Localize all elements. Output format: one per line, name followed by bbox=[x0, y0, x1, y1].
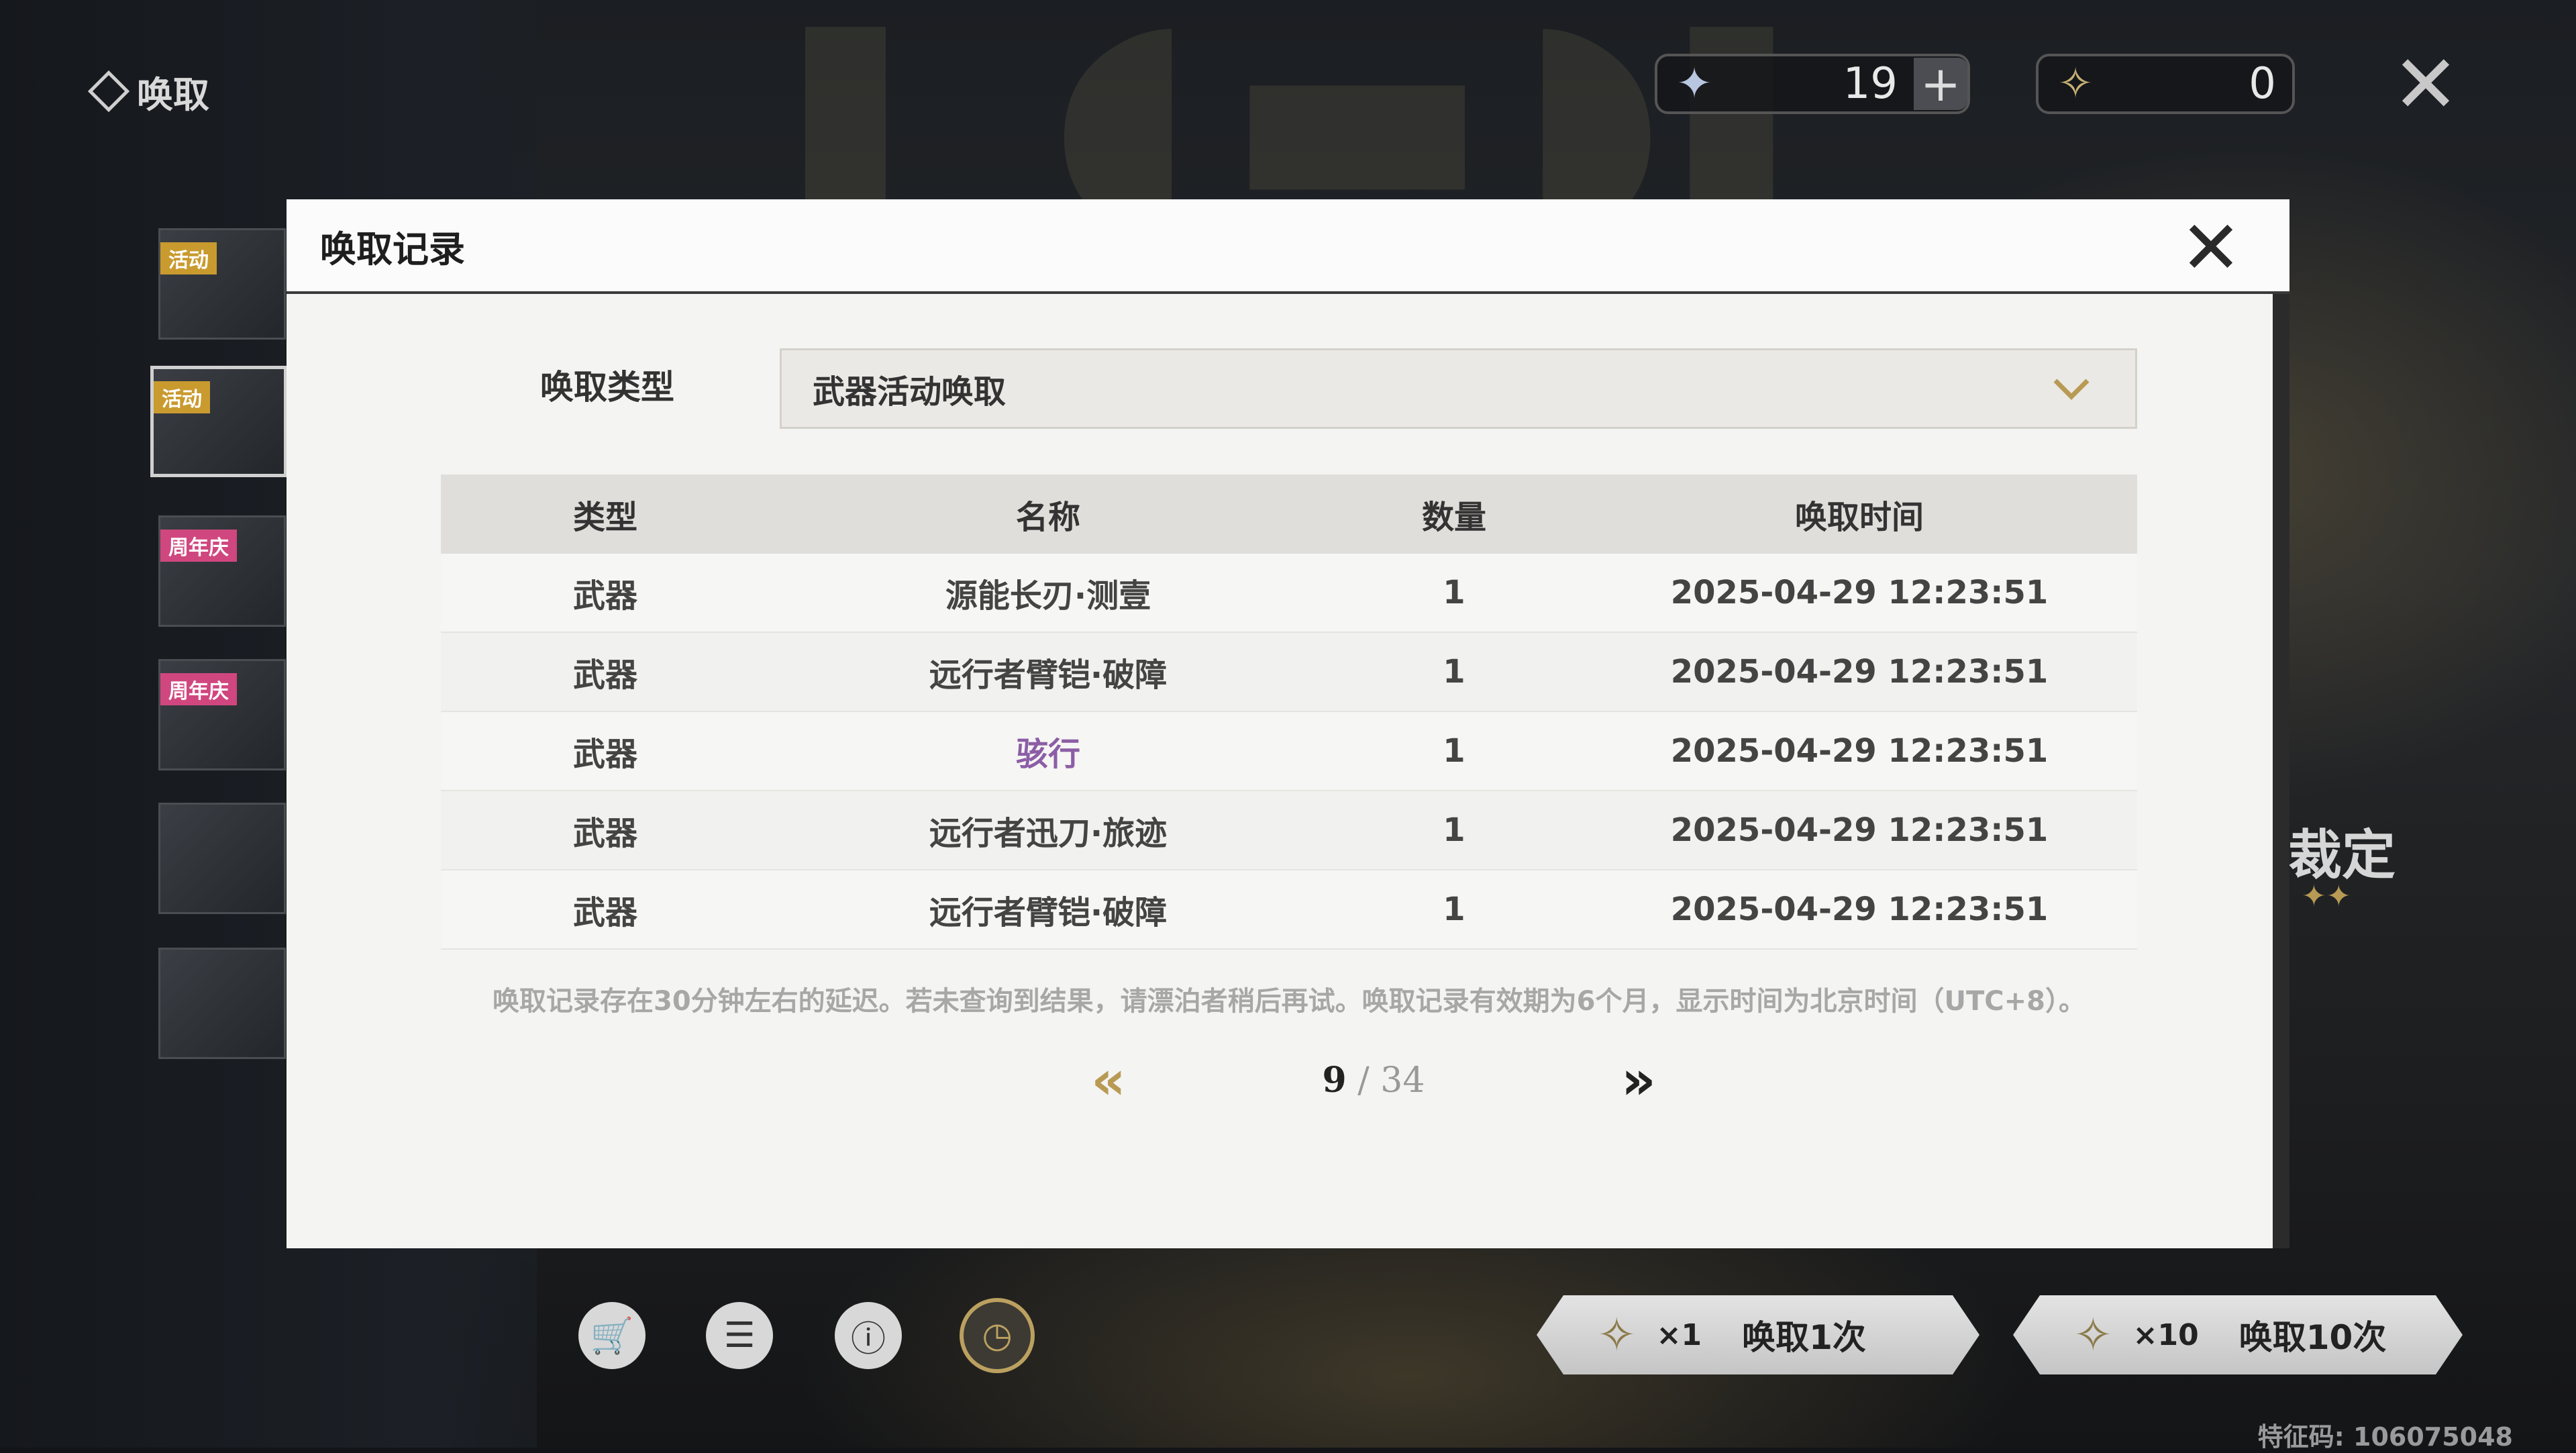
row-time: 2025-04-29 12:23:51 bbox=[1670, 574, 2049, 611]
astrite-value: 19 bbox=[1843, 59, 1898, 109]
row-qty: 1 bbox=[1443, 653, 1465, 691]
info-icon[interactable]: ⓘ bbox=[835, 1302, 902, 1369]
screen-close-icon[interactable]: ✕ bbox=[2389, 45, 2463, 126]
forging-tide-value: 0 bbox=[2249, 59, 2276, 109]
banner-tag: 活动 bbox=[154, 381, 210, 413]
previous-page-icon[interactable]: « bbox=[1072, 1046, 1145, 1113]
row-qty: 1 bbox=[1443, 811, 1465, 849]
astrite-star-icon: ✦ bbox=[1676, 59, 1712, 109]
forging-tide-currency: ✧ 0 bbox=[2036, 54, 2295, 114]
modal-edge-decoration bbox=[2273, 294, 2289, 1248]
screen-title-label: 唤取 bbox=[137, 73, 209, 116]
banner-card[interactable]: 周年庆 bbox=[158, 659, 286, 770]
row-type: 武器 bbox=[572, 577, 637, 615]
row-type: 武器 bbox=[572, 894, 637, 932]
row-name: 远行者迅刀·旅迹 bbox=[929, 815, 1168, 852]
page-separator: / bbox=[1346, 1060, 1381, 1101]
row-time: 2025-04-29 12:23:51 bbox=[1670, 891, 2049, 928]
row-time: 2025-04-29 12:23:51 bbox=[1670, 653, 2049, 691]
convene-history-modal: 唤取记录 ✕ 唤取类型 武器活动唤取 类型 名称 数量 唤取时间 武器 源能长刃… bbox=[287, 199, 2289, 1248]
convene-ten-label: 唤取10次 bbox=[2238, 1318, 2387, 1357]
modal-title: 唤取记录 bbox=[320, 230, 465, 270]
next-page-icon[interactable]: » bbox=[1602, 1046, 1676, 1113]
banner-tag: 活动 bbox=[160, 242, 217, 274]
convene-once-label: 唤取1次 bbox=[1742, 1318, 1866, 1357]
row-type: 武器 bbox=[572, 656, 637, 694]
column-header-type: 类型 bbox=[572, 499, 637, 536]
current-page: 9 bbox=[1322, 1059, 1347, 1101]
page-indicator: 9 / 34 bbox=[1323, 1060, 1425, 1101]
banner-card-selected[interactable]: 活动 bbox=[150, 366, 287, 477]
banner-tag: 周年庆 bbox=[160, 530, 237, 562]
convene-once-mult: ×1 bbox=[1656, 1317, 1702, 1352]
modal-header: 唤取记录 ✕ bbox=[287, 199, 2289, 294]
forging-tide-icon: ✧ bbox=[2073, 1307, 2113, 1362]
row-qty: 1 bbox=[1443, 732, 1465, 770]
delay-notice: 唤取记录存在30分钟左右的延迟。若未查询到结果，请漂泊者稍后再试。唤取记录有效期… bbox=[493, 986, 2085, 1017]
row-time: 2025-04-29 12:23:51 bbox=[1670, 732, 2049, 770]
table-row: 武器 骇行 1 2025-04-29 12:23:51 bbox=[441, 712, 2137, 791]
banner-card[interactable]: 活动 bbox=[158, 228, 286, 340]
table-row: 武器 远行者臂铠·破障 1 2025-04-29 12:23:51 bbox=[441, 870, 2137, 950]
banner-rarity-stars: ✦✦ bbox=[2302, 879, 2351, 913]
shop-cart-icon[interactable]: 🛒 bbox=[578, 1302, 646, 1369]
add-astrite-button[interactable]: + bbox=[1914, 56, 1967, 112]
row-type: 武器 bbox=[572, 815, 637, 852]
close-icon[interactable]: ✕ bbox=[2177, 211, 2245, 285]
row-qty: 1 bbox=[1443, 891, 1465, 928]
astrite-currency: ✦ 19 + bbox=[1655, 54, 1970, 114]
chevron-down-icon bbox=[2048, 365, 2095, 412]
row-name: 源能长刃·测壹 bbox=[945, 577, 1151, 615]
convene-diamond-icon bbox=[87, 70, 130, 113]
table-row: 武器 源能长刃·测壹 1 2025-04-29 12:23:51 bbox=[441, 554, 2137, 633]
convene-once-button[interactable]: ✧ ×1 唤取1次 bbox=[1537, 1295, 1979, 1374]
row-type: 武器 bbox=[572, 736, 637, 773]
background-decoration: ▍◖▬◗▍ bbox=[805, 27, 1937, 201]
banner-card[interactable]: 周年庆 bbox=[158, 515, 286, 627]
convene-ten-mult: ×10 bbox=[2132, 1317, 2199, 1352]
row-name: 远行者臂铠·破障 bbox=[929, 894, 1168, 932]
history-table: 类型 名称 数量 唤取时间 武器 源能长刃·测壹 1 2025-04-29 12… bbox=[441, 474, 2137, 950]
column-header-qty: 数量 bbox=[1421, 499, 1486, 536]
forging-tide-icon: ✧ bbox=[2057, 59, 2094, 109]
pagination: « 9 / 34 » bbox=[1072, 1046, 1676, 1113]
history-clock-icon[interactable]: ◷ bbox=[960, 1298, 1035, 1373]
row-time: 2025-04-29 12:23:51 bbox=[1670, 811, 2049, 849]
table-header: 类型 名称 数量 唤取时间 bbox=[441, 474, 2137, 554]
screen-title: 唤取 bbox=[87, 64, 209, 118]
row-name: 远行者臂铠·破障 bbox=[929, 656, 1168, 694]
banner-card[interactable] bbox=[158, 948, 286, 1059]
banner-tag: 周年庆 bbox=[160, 673, 237, 705]
row-name-highlighted: 骇行 bbox=[1015, 736, 1080, 773]
dropdown-value: 武器活动唤取 bbox=[813, 373, 1007, 411]
table-row: 武器 远行者迅刀·旅迹 1 2025-04-29 12:23:51 bbox=[441, 791, 2137, 870]
column-header-name: 名称 bbox=[1015, 499, 1080, 536]
row-qty: 1 bbox=[1443, 574, 1465, 611]
table-row: 武器 远行者臂铠·破障 1 2025-04-29 12:23:51 bbox=[441, 633, 2137, 712]
total-pages: 34 bbox=[1380, 1060, 1425, 1101]
convene-ten-button[interactable]: ✧ ×10 唤取10次 bbox=[2013, 1295, 2463, 1374]
details-icon[interactable]: ☰ bbox=[706, 1302, 773, 1369]
convene-type-dropdown[interactable]: 武器活动唤取 bbox=[780, 348, 2137, 429]
forging-tide-icon: ✧ bbox=[1597, 1307, 1637, 1362]
filter-label: 唤取类型 bbox=[540, 368, 674, 407]
banner-card[interactable] bbox=[158, 803, 286, 914]
column-header-time: 唤取时间 bbox=[1794, 499, 1924, 536]
